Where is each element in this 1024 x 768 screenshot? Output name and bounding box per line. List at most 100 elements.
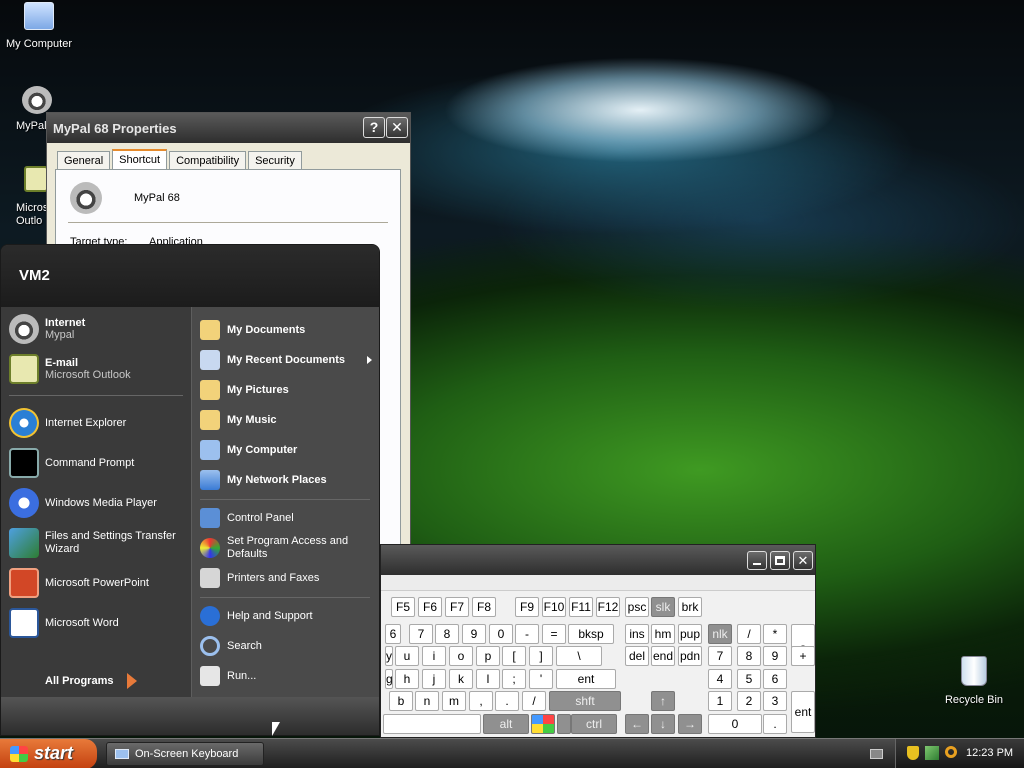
key-0-6[interactable]: F11 [569, 597, 593, 617]
key-0-5[interactable]: F10 [542, 597, 566, 617]
search-icon[interactable] [945, 746, 957, 758]
key-4-2[interactable]: m [442, 691, 466, 711]
key-5-5[interactable]: 0 [708, 714, 762, 734]
key-2-2[interactable]: i [422, 646, 446, 666]
place-search[interactable]: Search [200, 633, 262, 659]
key-0-4[interactable]: F9 [515, 597, 539, 617]
key-2-5[interactable]: [ [502, 646, 526, 666]
help-button[interactable]: ? [363, 117, 385, 138]
key-2-9[interactable]: end [651, 646, 675, 666]
place-my-network[interactable]: My Network Places [200, 467, 327, 493]
security-shield-icon[interactable] [907, 746, 919, 760]
key-1-7[interactable]: bksp [568, 624, 614, 644]
on-screen-keyboard-window[interactable]: ✕ F5 F6 F7 F8 F9 F10 F11 F12 psc slk brk 6 7 8 9 0- = bks… [380, 544, 816, 738]
key-1-5[interactable]: - [515, 624, 539, 644]
key-2-7[interactable]: \ [556, 646, 602, 666]
key-3-2[interactable]: j [422, 669, 446, 689]
key-5-0[interactable]: alt [483, 714, 529, 734]
key-5-6[interactable]: . [763, 714, 787, 734]
properties-titlebar[interactable]: MyPal 68 Properties [47, 113, 410, 143]
key-4-9[interactable]: 2 [737, 691, 761, 711]
key-3-7[interactable]: ent [556, 669, 616, 689]
place-my-computer[interactable]: My Computer [200, 437, 297, 463]
key-1-12[interactable]: / [737, 624, 761, 644]
key-2-8[interactable]: del [625, 646, 649, 666]
key-0-1[interactable]: F6 [418, 597, 442, 617]
key-2-0[interactable]: y [385, 646, 393, 666]
place-help[interactable]: Help and Support [200, 603, 313, 629]
key-4-4[interactable]: . [495, 691, 519, 711]
place-my-music[interactable]: My Music [200, 407, 277, 433]
key-0-3[interactable]: F8 [472, 597, 496, 617]
key-2-12[interactable]: 8 [737, 646, 761, 666]
key-2-13[interactable]: 9 [763, 646, 787, 666]
key-1-0[interactable]: 6 [385, 624, 401, 644]
program-word[interactable]: Microsoft Word [9, 605, 119, 641]
key-3-0[interactable]: g [385, 669, 393, 689]
key-3-10[interactable]: 6 [763, 669, 787, 689]
key-4-7[interactable]: ↑ [651, 691, 675, 711]
tab-security[interactable]: Security [248, 151, 302, 170]
key-4-0[interactable]: b [389, 691, 413, 711]
key-1-9[interactable]: hm [651, 624, 675, 644]
place-program-access[interactable]: Set Program Access and Defaults [200, 535, 370, 561]
keyboard-language-icon[interactable] [870, 749, 883, 759]
key-2-14[interactable]: + [791, 646, 815, 666]
desktop-icon-my-computer[interactable] [14, 2, 64, 30]
maximize-icon[interactable] [770, 551, 790, 570]
key-4-11[interactable]: ent [791, 691, 815, 733]
program-powerpoint[interactable]: Microsoft PowerPoint [9, 565, 149, 601]
key-5-4[interactable]: → [678, 714, 702, 734]
start-button[interactable]: start [0, 739, 97, 768]
key-1-11[interactable]: nlk [708, 624, 732, 644]
key-2-3[interactable]: o [449, 646, 473, 666]
program-command-prompt[interactable]: Command Prompt [9, 445, 134, 481]
program-files-settings-wizard[interactable]: Files and Settings Transfer Wizard [9, 525, 185, 561]
key-2-10[interactable]: pdn [678, 646, 702, 666]
program-windows-media-player[interactable]: Windows Media Player [9, 485, 157, 521]
place-run[interactable]: Run... [200, 663, 256, 689]
network-icon[interactable] [925, 746, 939, 760]
program-internet-explorer[interactable]: Internet Explorer [9, 405, 126, 441]
key-3-5[interactable]: ; [502, 669, 526, 689]
key-1-6[interactable]: = [542, 624, 566, 644]
key-1-8[interactable]: ins [625, 624, 649, 644]
key-4-10[interactable]: 3 [763, 691, 787, 711]
key-0-0[interactable]: F5 [391, 597, 415, 617]
windows-key-icon[interactable] [531, 714, 555, 734]
pinned-email[interactable]: E-mail Microsoft Outlook [9, 351, 131, 387]
key-3-9[interactable]: 5 [737, 669, 761, 689]
tab-compatibility[interactable]: Compatibility [169, 151, 247, 170]
pinned-internet[interactable]: Internet Mypal [9, 311, 85, 347]
space-key[interactable] [383, 714, 481, 734]
key-4-3[interactable]: , [469, 691, 493, 711]
key-4-6[interactable]: shft [549, 691, 621, 711]
key-3-3[interactable]: k [449, 669, 473, 689]
key-3-4[interactable]: l [476, 669, 500, 689]
key-0-8[interactable]: psc [625, 597, 649, 617]
key-5-2[interactable]: ← [625, 714, 649, 734]
key-3-8[interactable]: 4 [708, 669, 732, 689]
minimize-icon[interactable] [747, 551, 767, 570]
key-1-10[interactable]: pup [678, 624, 702, 644]
key-4-8[interactable]: 1 [708, 691, 732, 711]
key-4-1[interactable]: n [415, 691, 439, 711]
key-2-11[interactable]: 7 [708, 646, 732, 666]
place-my-recent-documents[interactable]: My Recent Documents [200, 347, 372, 373]
taskbar-button-on-screen-keyboard[interactable]: On-Screen Keyboard [106, 742, 264, 766]
key-5-3[interactable]: ↓ [651, 714, 675, 734]
key-0-10[interactable]: brk [678, 597, 702, 617]
tab-general[interactable]: General [57, 151, 111, 170]
tab-shortcut[interactable]: Shortcut [112, 149, 168, 171]
key-2-4[interactable]: p [476, 646, 500, 666]
desktop-icon-recycle-bin[interactable] [958, 656, 990, 688]
key-1-4[interactable]: 0 [489, 624, 513, 644]
menu-key-icon[interactable] [557, 714, 571, 734]
place-printers[interactable]: Printers and Faxes [200, 565, 319, 591]
key-1-3[interactable]: 9 [462, 624, 486, 644]
key-1-2[interactable]: 8 [435, 624, 459, 644]
key-3-1[interactable]: h [395, 669, 419, 689]
place-control-panel[interactable]: Control Panel [200, 505, 294, 531]
key-5-1[interactable]: ctrl [571, 714, 617, 734]
key-2-6[interactable]: ] [529, 646, 553, 666]
